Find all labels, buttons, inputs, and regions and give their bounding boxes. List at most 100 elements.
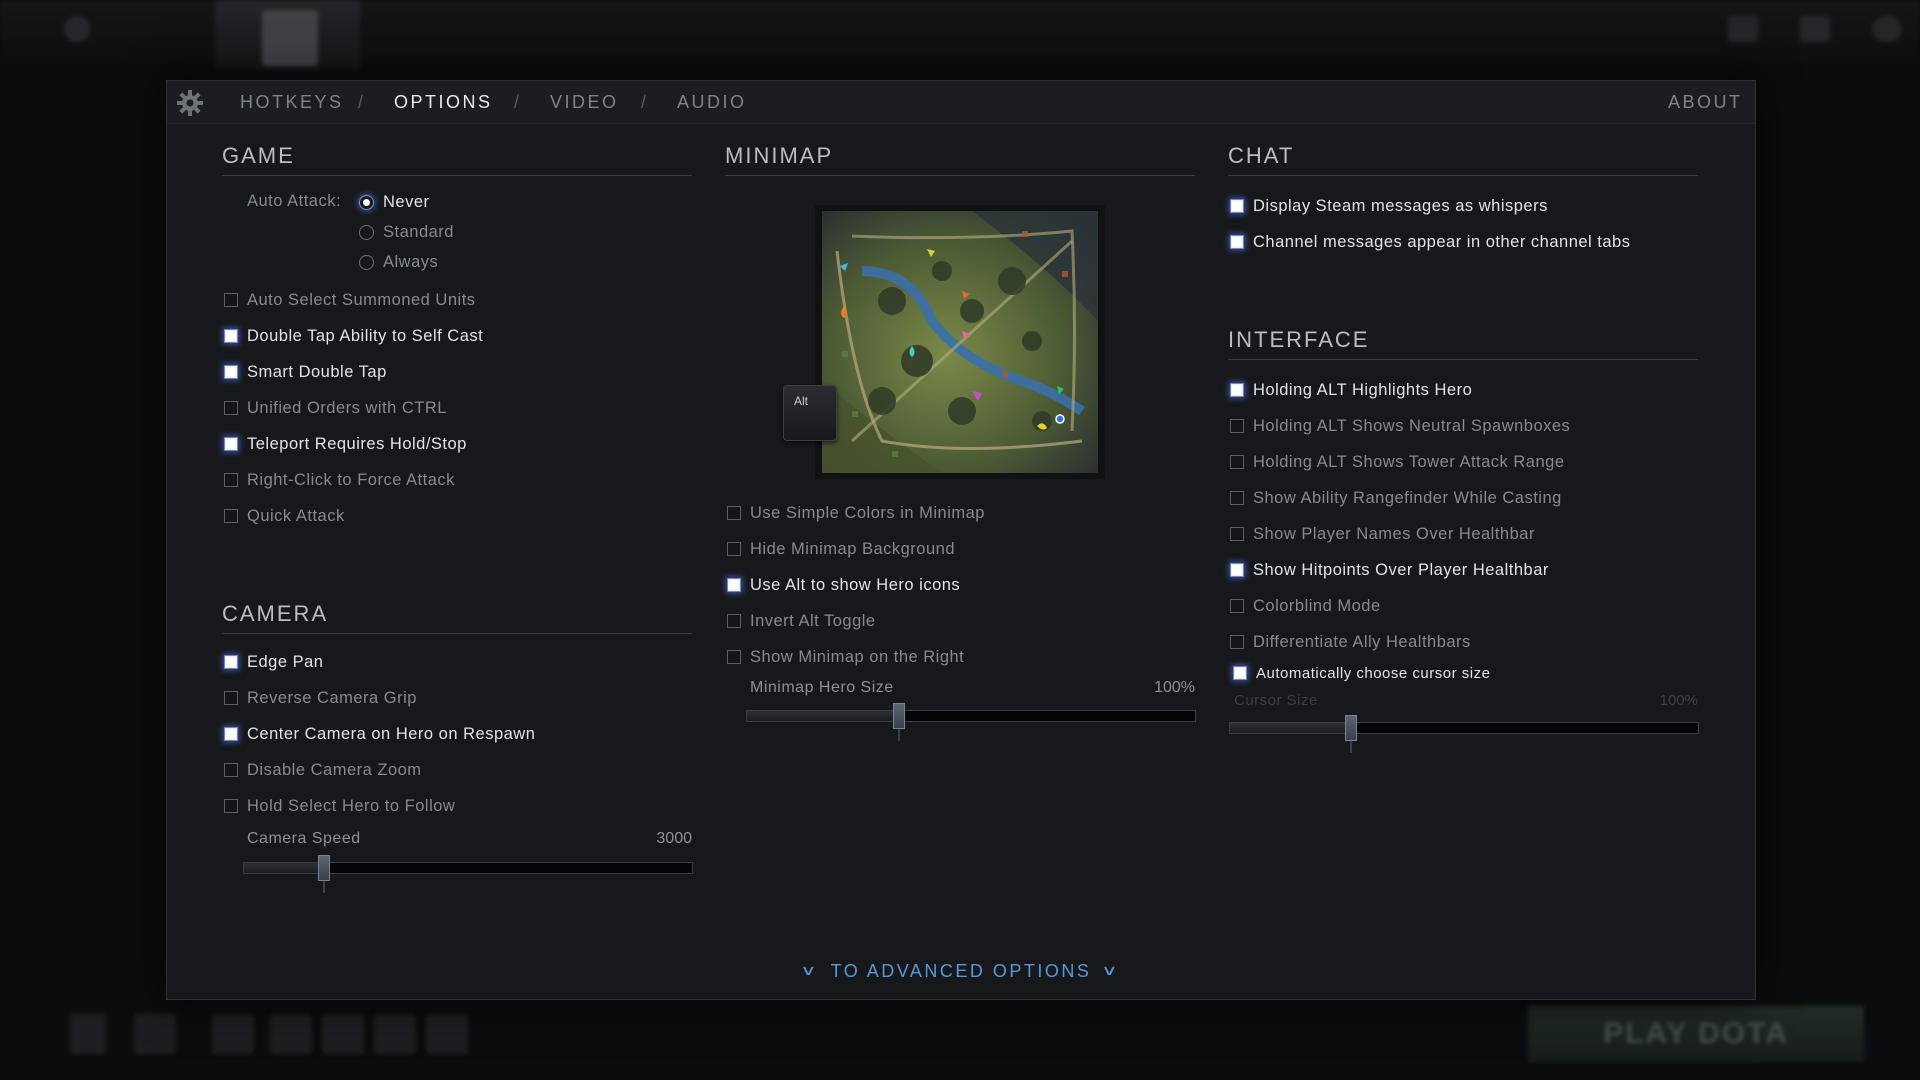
minimap-hero-size-slider[interactable]	[746, 710, 1196, 722]
option-auto-cursor-size[interactable]: Automatically choose cursor size	[1233, 662, 1490, 684]
tab-about[interactable]: ABOUT	[1668, 92, 1743, 113]
minimap-preview	[822, 211, 1098, 473]
alt-key-badge: Alt	[783, 385, 837, 441]
tab-audio[interactable]: AUDIO	[677, 92, 747, 113]
checkbox[interactable]	[1230, 527, 1244, 541]
option-hitpoints-healthbar[interactable]: Show Hitpoints Over Player Healthbar	[1230, 559, 1549, 581]
checkbox[interactable]	[224, 437, 238, 451]
checkbox[interactable]	[1230, 455, 1244, 469]
option-double-tap-self-cast[interactable]: Double Tap Ability to Self Cast	[224, 325, 483, 347]
checkbox[interactable]	[727, 650, 741, 664]
checkbox[interactable]	[224, 763, 238, 777]
tab-options[interactable]: OPTIONS	[394, 92, 493, 113]
cursor-size-handle[interactable]	[1345, 715, 1358, 741]
option-center-camera-respawn[interactable]: Center Camera on Hero on Respawn	[224, 723, 535, 745]
option-channel-messages-tabs[interactable]: Channel messages appear in other channel…	[1230, 231, 1630, 253]
checkbox[interactable]	[1230, 563, 1244, 577]
chevron-down-icon: ∨	[799, 962, 821, 978]
option-player-names-healthbar[interactable]: Show Player Names Over Healthbar	[1230, 523, 1535, 545]
option-label: Quick Attack	[247, 506, 345, 525]
option-differentiate-ally-healthbars[interactable]: Differentiate Ally Healthbars	[1230, 631, 1471, 653]
play-dota-button[interactable]: PLAY DOTA	[1528, 1006, 1864, 1062]
auto-attack-always[interactable]: Always	[359, 251, 438, 273]
option-right-click-force-attack[interactable]: Right-Click to Force Attack	[224, 469, 455, 491]
option-minimap-right[interactable]: Show Minimap on the Right	[727, 646, 964, 668]
option-disable-camera-zoom[interactable]: Disable Camera Zoom	[224, 759, 422, 781]
radio-label: Never	[383, 192, 430, 211]
checkbox[interactable]	[1230, 235, 1244, 249]
slider-tick	[898, 729, 900, 741]
checkbox[interactable]	[224, 329, 238, 343]
option-ability-rangefinder[interactable]: Show Ability Rangefinder While Casting	[1230, 487, 1562, 509]
checkbox[interactable]	[224, 473, 238, 487]
advanced-options-link[interactable]: ∨ TO ADVANCED OPTIONS ∨	[167, 961, 1755, 982]
option-auto-select-summoned[interactable]: Auto Select Summoned Units	[224, 289, 476, 311]
option-label: Holding ALT Shows Tower Attack Range	[1253, 452, 1565, 471]
checkbox[interactable]	[1230, 419, 1244, 433]
checkbox[interactable]	[727, 506, 741, 520]
option-teleport-hold-stop[interactable]: Teleport Requires Hold/Stop	[224, 433, 467, 455]
radio-button[interactable]	[359, 254, 374, 270]
camera-speed-slider[interactable]	[243, 862, 693, 874]
option-colorblind-mode[interactable]: Colorblind Mode	[1230, 595, 1381, 617]
option-alt-highlights-hero[interactable]: Holding ALT Highlights Hero	[1230, 379, 1472, 401]
option-label: Colorblind Mode	[1253, 596, 1381, 615]
checkbox[interactable]	[224, 655, 238, 669]
minimap-hero-size-label: Minimap Hero Size	[750, 679, 894, 696]
radio-button[interactable]	[359, 224, 374, 240]
checkbox[interactable]	[1230, 383, 1244, 397]
option-label: Show Ability Rangefinder While Casting	[1253, 488, 1562, 507]
avatar	[1872, 16, 1902, 42]
option-steam-whispers[interactable]: Display Steam messages as whispers	[1230, 195, 1548, 217]
option-smart-double-tap[interactable]: Smart Double Tap	[224, 361, 387, 383]
minimap-hero-size-handle[interactable]	[893, 703, 905, 729]
option-label: Show Hitpoints Over Player Healthbar	[1253, 560, 1549, 579]
option-label: Smart Double Tap	[247, 362, 387, 381]
checkbox[interactable]	[1233, 666, 1247, 680]
checkbox[interactable]	[224, 727, 238, 741]
advanced-options-label: TO ADVANCED OPTIONS	[830, 961, 1092, 981]
cursor-size-slider[interactable]	[1229, 722, 1699, 734]
party-icon	[70, 1014, 106, 1054]
option-quick-attack[interactable]: Quick Attack	[224, 505, 345, 527]
checkbox[interactable]	[224, 293, 238, 307]
game-section-title: GAME	[222, 143, 295, 168]
option-simple-colors[interactable]: Use Simple Colors in Minimap	[727, 502, 985, 524]
option-reverse-camera-grip[interactable]: Reverse Camera Grip	[224, 687, 417, 709]
checkbox[interactable]	[1230, 199, 1244, 213]
checkbox[interactable]	[224, 799, 238, 813]
checkbox[interactable]	[727, 614, 741, 628]
checkbox[interactable]	[224, 509, 238, 523]
option-alt-neutral-spawnboxes[interactable]: Holding ALT Shows Neutral Spawnboxes	[1230, 415, 1570, 437]
checkbox[interactable]	[727, 542, 741, 556]
settings-icon	[64, 16, 90, 42]
auto-attack-standard[interactable]: Standard	[359, 221, 454, 243]
section-divider	[1228, 175, 1698, 176]
tab-video[interactable]: VIDEO	[550, 92, 619, 113]
party-slot	[270, 1014, 312, 1054]
option-label: Teleport Requires Hold/Stop	[247, 434, 467, 453]
checkbox[interactable]	[1230, 599, 1244, 613]
radio-label: Standard	[383, 222, 454, 241]
checkbox[interactable]	[1230, 491, 1244, 505]
option-edge-pan[interactable]: Edge Pan	[224, 651, 323, 673]
option-label: Use Simple Colors in Minimap	[750, 503, 985, 522]
option-alt-hero-icons[interactable]: Use Alt to show Hero icons	[727, 574, 960, 596]
checkbox[interactable]	[727, 578, 741, 592]
option-invert-alt-toggle[interactable]: Invert Alt Toggle	[727, 610, 876, 632]
tab-hotkeys[interactable]: HOTKEYS	[240, 92, 344, 113]
radio-label: Always	[383, 252, 439, 271]
checkbox[interactable]	[224, 365, 238, 379]
slider-fill	[244, 863, 325, 873]
cursor-size-label: Cursor Size	[1234, 692, 1318, 709]
option-alt-tower-range[interactable]: Holding ALT Shows Tower Attack Range	[1230, 451, 1565, 473]
auto-attack-never[interactable]: Never	[359, 191, 430, 213]
camera-speed-handle[interactable]	[318, 855, 330, 881]
checkbox[interactable]	[224, 691, 238, 705]
radio-button[interactable]	[359, 194, 374, 210]
option-unified-orders[interactable]: Unified Orders with CTRL	[224, 397, 447, 419]
option-hold-select-follow[interactable]: Hold Select Hero to Follow	[224, 795, 455, 817]
option-hide-minimap-background[interactable]: Hide Minimap Background	[727, 538, 955, 560]
checkbox[interactable]	[1230, 635, 1244, 649]
checkbox[interactable]	[224, 401, 238, 415]
